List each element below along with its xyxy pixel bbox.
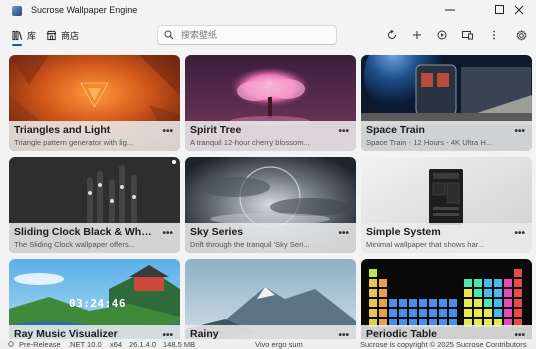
minimize-button[interactable]: [433, 0, 467, 20]
refresh-icon: [388, 30, 396, 39]
wallpaper-card[interactable]: Space Train Space Train - 12 Hours - 4K …: [361, 55, 532, 151]
wallpaper-title: Spirit Tree: [190, 124, 242, 136]
status-bar: Pre-Release .NET 10.0 x64 26.1.4.0 148.5…: [0, 339, 536, 349]
wallpaper-title: Rainy: [190, 328, 219, 339]
wallpaper-card[interactable]: Rainy •••: [185, 259, 356, 339]
wallpaper-title: Sky Series: [190, 226, 244, 238]
more-options-button[interactable]: [488, 29, 500, 41]
wallpaper-description: Drift through the tranquil 'Sky Seri...: [190, 240, 310, 249]
search-box[interactable]: [157, 25, 337, 45]
tab-store-label: 商店: [61, 31, 80, 41]
card-info: Spirit Tree A tranquil 12-hour cherry bl…: [185, 121, 356, 151]
display-button[interactable]: [461, 29, 473, 41]
card-menu-icon[interactable]: •••: [338, 330, 349, 339]
wallpaper-title: Ray Music Visualizer: [14, 328, 118, 339]
card-info: Space Train Space Train - 12 Hours - 4K …: [361, 121, 532, 151]
tab-library-label: 库: [27, 31, 37, 41]
wallpaper-description: A tranquil 12-hour cherry blossom...: [190, 138, 310, 147]
library-icon: [12, 30, 23, 41]
card-menu-icon[interactable]: •••: [514, 126, 525, 137]
wallpaper-card[interactable]: Triangles and Light Triangle pattern gen…: [9, 55, 180, 151]
display-icon: [461, 31, 473, 40]
wallpaper-description: Triangle pattern generator with lig...: [14, 138, 134, 147]
status-memory: 148.5 MB: [163, 340, 196, 349]
close-button[interactable]: [502, 0, 536, 20]
close-icon: [514, 5, 524, 15]
add-button[interactable]: [411, 29, 423, 41]
card-menu-icon[interactable]: •••: [338, 228, 349, 239]
search-icon: [164, 30, 174, 40]
card-info: Rainy •••: [185, 325, 356, 339]
play-icon: [437, 30, 447, 40]
app-logo-icon: [12, 6, 22, 16]
pre-release-icon: [8, 341, 14, 347]
card-info: Periodic Table •••: [361, 325, 532, 339]
wallpaper-card[interactable]: Simple System Minimal wallpaper that sho…: [361, 157, 532, 253]
add-icon: [413, 31, 421, 39]
card-info: Simple System Minimal wallpaper that sho…: [361, 223, 532, 253]
refresh-button[interactable]: [386, 29, 398, 41]
status-version: 26.1.4.0: [129, 340, 157, 349]
card-menu-icon[interactable]: •••: [338, 126, 349, 137]
window-title: Sucrose Wallpaper Engine: [31, 5, 138, 15]
wallpaper-description: Minimal wallpaper that shows har...: [366, 240, 485, 249]
wallpaper-card[interactable]: Sky Series Drift through the tranquil 'S…: [185, 157, 356, 253]
card-info: Sky Series Drift through the tranquil 'S…: [185, 223, 356, 253]
card-info: Triangles and Light Triangle pattern gen…: [9, 121, 180, 151]
wallpaper-description: Space Train - 12 Hours - 4K Ultra H...: [366, 138, 493, 147]
search-input[interactable]: [181, 30, 331, 40]
status-release: Pre-Release: [19, 340, 61, 349]
card-menu-icon[interactable]: •••: [162, 126, 173, 137]
status-framework: .NET 10.0: [68, 340, 102, 349]
wallpaper-card[interactable]: Sliding Clock Black & Whi... The Sliding…: [9, 157, 180, 253]
card-info: Sliding Clock Black & Whi... The Sliding…: [9, 223, 180, 253]
card-menu-icon[interactable]: •••: [162, 228, 173, 239]
tab-store[interactable]: 商店: [46, 29, 79, 42]
clock-overlay: 03:24:46: [69, 297, 126, 310]
wallpaper-title: Space Train: [366, 124, 425, 136]
title-bar: Sucrose Wallpaper Engine: [0, 0, 536, 20]
wallpaper-card[interactable]: 03:24:46 Ray Music Visualizer •••: [9, 259, 180, 339]
selected-tab-indicator: [12, 44, 22, 46]
wallpaper-card[interactable]: Spirit Tree A tranquil 12-hour cherry bl…: [185, 55, 356, 151]
card-menu-icon[interactable]: •••: [514, 228, 525, 239]
wallpaper-description: The Sliding Clock wallpaper offers...: [14, 240, 135, 249]
wallpaper-title: Sliding Clock Black & Whi...: [14, 226, 152, 238]
play-button[interactable]: [436, 29, 448, 41]
settings-button[interactable]: [515, 29, 527, 41]
card-menu-icon[interactable]: •••: [162, 330, 173, 339]
status-arch: x64: [110, 340, 123, 349]
tab-library[interactable]: 库: [12, 29, 36, 42]
status-copyright: Sucrose is copyright © 2025 Sucrose Cont…: [360, 340, 527, 349]
card-info: Ray Music Visualizer •••: [9, 325, 180, 339]
toolbar: 库 商店: [0, 24, 536, 48]
wallpaper-card[interactable]: Periodic Table •••: [361, 259, 532, 339]
wallpaper-grid: Triangles and Light Triangle pattern gen…: [9, 55, 533, 339]
card-menu-icon[interactable]: •••: [514, 330, 525, 339]
settings-icon: [515, 29, 527, 41]
store-icon: [46, 30, 57, 41]
minimize-icon: [445, 9, 455, 11]
wallpaper-title: Triangles and Light: [14, 124, 111, 136]
wallpaper-title: Simple System: [366, 226, 441, 238]
status-motto: Vivo ergo sum: [255, 340, 303, 349]
more-vertical-icon: [493, 30, 495, 40]
wallpaper-title: Periodic Table: [366, 328, 437, 339]
